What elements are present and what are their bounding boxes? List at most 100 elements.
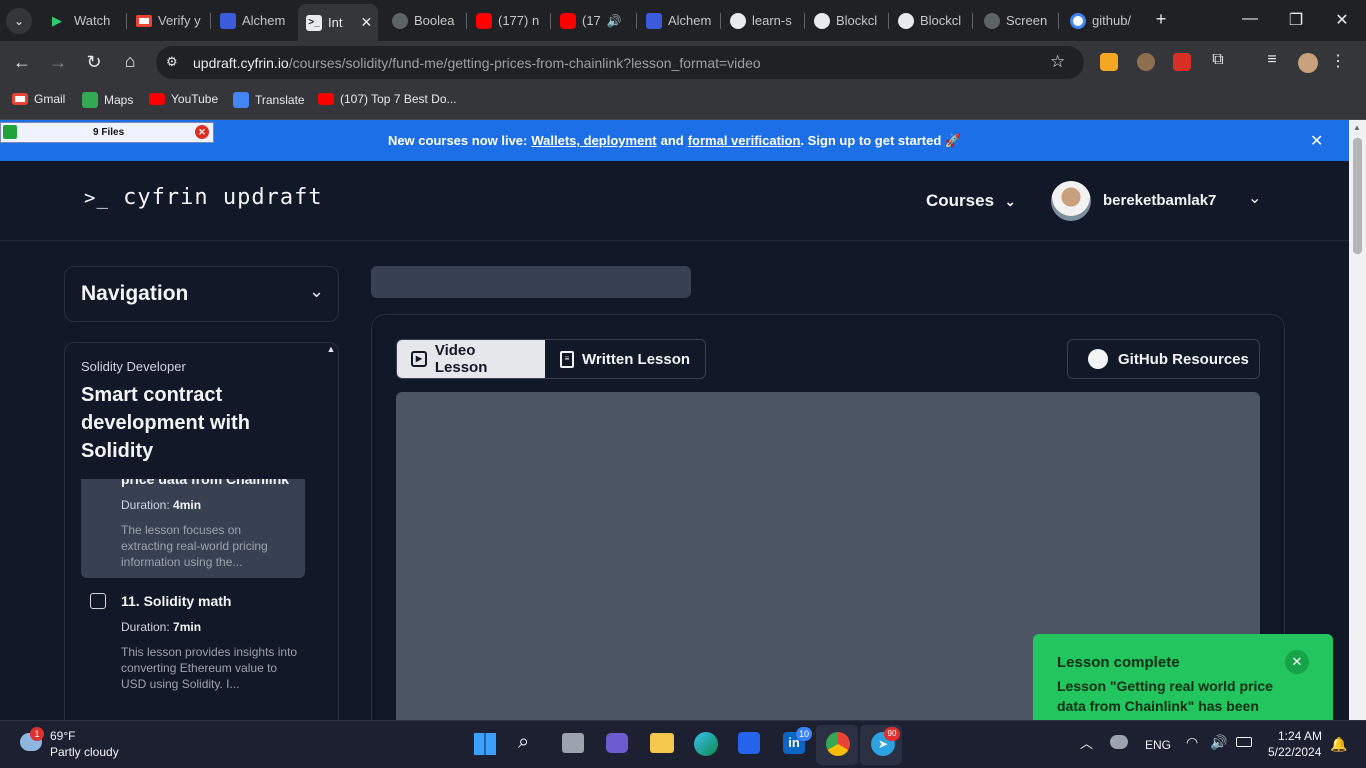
user-menu-chevron-icon[interactable]: ⌄ xyxy=(1248,188,1261,208)
close-toast-icon[interactable]: ✕ xyxy=(1285,650,1309,674)
close-banner-icon[interactable]: ✕ xyxy=(1310,131,1323,151)
page-scrollbar[interactable]: ▲ xyxy=(1349,120,1366,720)
site-info-icon[interactable]: ⚙ xyxy=(166,54,178,70)
clock-date[interactable]: 5/22/2024 xyxy=(1268,745,1321,759)
close-window-icon[interactable]: ✕ xyxy=(1332,10,1352,30)
home-icon[interactable]: ⌂ xyxy=(120,51,140,72)
file-explorer-icon[interactable] xyxy=(650,733,674,753)
navigation-toggle[interactable]: Navigation ⌄ xyxy=(64,266,339,322)
menu-icon[interactable]: ⋮ xyxy=(1330,51,1346,71)
gmail-icon xyxy=(136,14,152,27)
lesson-duration: 7min xyxy=(173,620,202,634)
browser-tab[interactable]: Verify y xyxy=(128,6,206,35)
browser-tab[interactable]: ▶ Watch xyxy=(44,6,118,35)
browser-tab[interactable]: github/ xyxy=(1062,6,1142,35)
edge-icon[interactable] xyxy=(694,732,718,756)
profile-avatar-icon[interactable] xyxy=(1298,53,1318,73)
start-icon[interactable] xyxy=(474,733,496,755)
restore-icon[interactable]: ❐ xyxy=(1286,10,1306,30)
close-tab-icon[interactable]: ✕ xyxy=(360,14,372,31)
browser-tab[interactable]: Boolea xyxy=(384,6,464,35)
extension-icon[interactable] xyxy=(1137,53,1155,71)
search-icon[interactable]: ⌕ xyxy=(518,731,529,754)
scrollbar-thumb[interactable] xyxy=(1353,138,1362,254)
toast-title: Lesson complete xyxy=(1057,654,1180,671)
extension-icon[interactable] xyxy=(1173,53,1191,71)
forward-icon[interactable]: → xyxy=(48,52,68,73)
browser-tab[interactable]: (177) n xyxy=(468,6,548,35)
wallets-link[interactable]: Wallets, deployment xyxy=(531,133,656,148)
lesson-item-active[interactable]: price data from Chainlink Duration: 4min… xyxy=(81,479,305,578)
tab-written-lesson[interactable]: ≡ Written Lesson xyxy=(546,340,705,378)
tab-search-icon[interactable]: ⌄ xyxy=(6,8,32,34)
chevron-down-icon: ⌄ xyxy=(309,281,325,301)
files-app-icon xyxy=(3,125,17,139)
scroll-up-arrow-icon[interactable]: ▲ xyxy=(324,344,338,358)
browser-tab[interactable]: Alchem xyxy=(212,6,292,35)
bookmark-youtube[interactable]: YouTube xyxy=(149,92,218,106)
lesson-complete-toast: Lesson complete Lesson "Getting real wor… xyxy=(1033,634,1333,720)
new-tab-icon[interactable]: + xyxy=(1150,9,1172,30)
reload-icon[interactable]: ↻ xyxy=(84,52,104,73)
lesson-item[interactable]: 11. Solidity math Duration: 7min This le… xyxy=(81,591,305,701)
bookmark-maps[interactable]: Maps xyxy=(82,92,133,108)
meet-icon[interactable] xyxy=(606,733,628,753)
courses-menu[interactable]: Courses ⌄ xyxy=(926,191,1016,211)
browser-tab-active[interactable]: >_ Int ✕ xyxy=(298,4,378,41)
course-title: Smart contract development with Solidity xyxy=(81,384,250,462)
battery-icon[interactable] xyxy=(1236,737,1252,747)
browser-tab[interactable]: Screen xyxy=(976,6,1056,35)
bookmark-youtube-video[interactable]: (107) Top 7 Best Do... xyxy=(318,92,457,106)
extensions-puzzle-icon[interactable]: ⧉ xyxy=(1208,51,1228,69)
browser-tab[interactable]: (17 🔊 xyxy=(552,6,632,35)
store-icon[interactable] xyxy=(738,732,760,754)
minimize-icon[interactable]: — xyxy=(1240,10,1260,28)
username[interactable]: bereketbamlak7 xyxy=(1103,192,1216,209)
temperature[interactable]: 69°F xyxy=(50,729,75,743)
youtube-icon xyxy=(560,12,576,29)
browser-tab[interactable]: learn-s xyxy=(722,6,802,35)
tab-video-lesson[interactable]: ▶ Video Lesson xyxy=(397,340,545,378)
toast-message: Lesson "Getting real world price data fr… xyxy=(1057,678,1273,720)
task-view-icon[interactable] xyxy=(562,733,584,753)
back-icon[interactable]: ← xyxy=(12,52,32,73)
browser-tab-strip: ⌄ ▶ Watch Verify y Alchem >_ Int ✕ Boole… xyxy=(0,0,1366,41)
bookmark-gmail[interactable]: Gmail xyxy=(12,92,65,106)
wifi-icon[interactable]: ◠ xyxy=(1186,734,1198,751)
speaker-icon[interactable]: 🔊 xyxy=(607,14,622,28)
weather-badge: 1 xyxy=(30,727,44,741)
browser-tab[interactable]: Alchem xyxy=(638,6,718,35)
bookmark-star-icon[interactable]: ☆ xyxy=(1050,52,1065,72)
globe-icon xyxy=(984,12,1000,29)
play-icon: ▶ xyxy=(52,12,62,28)
notification-bell-icon[interactable]: 🔔 xyxy=(1330,736,1347,753)
extension-icon[interactable] xyxy=(1100,53,1118,71)
lesson-title: price data from Chainlink xyxy=(121,479,290,487)
browser-tab[interactable]: Blockcl xyxy=(890,6,970,35)
course-sidebar: Solidity Developer Smart contract develo… xyxy=(64,342,339,720)
address-bar[interactable]: ⚙ updraft.cyfrin.io/courses/solidity/fun… xyxy=(156,46,1084,79)
network-status-icon[interactable] xyxy=(1110,735,1128,749)
show-hidden-icons[interactable]: ︿ xyxy=(1080,733,1093,752)
language-indicator[interactable]: ENG xyxy=(1145,738,1171,752)
logo[interactable]: >_ cyfrin updraft xyxy=(84,185,323,210)
volume-icon[interactable]: 🔊 xyxy=(1210,734,1227,751)
bookmark-translate[interactable]: Translate xyxy=(233,92,305,108)
browser-tab[interactable]: Blockcl xyxy=(806,6,886,35)
lesson-summary: This lesson provides insights into conve… xyxy=(121,645,298,691)
youtube-icon xyxy=(318,93,334,105)
lesson-checkbox[interactable] xyxy=(90,593,106,609)
media-control-icon[interactable]: ≡ xyxy=(1262,51,1282,69)
files-widget[interactable]: 9 Files ✕ xyxy=(0,122,214,143)
linkedin-badge: 10 xyxy=(796,727,812,741)
close-icon[interactable]: ✕ xyxy=(195,125,209,139)
scroll-up-arrow-icon[interactable]: ▲ xyxy=(1353,123,1361,132)
alchemy-icon xyxy=(220,12,236,29)
avatar[interactable] xyxy=(1051,181,1091,221)
clock-time[interactable]: 1:24 AM xyxy=(1278,729,1322,743)
files-count: 9 Files xyxy=(93,127,125,138)
github-resources-button[interactable]: GitHub Resources xyxy=(1067,339,1260,379)
weather-status[interactable]: Partly cloudy xyxy=(50,745,119,759)
document-icon: ≡ xyxy=(560,350,574,368)
formal-verification-link[interactable]: formal verification xyxy=(688,133,801,148)
